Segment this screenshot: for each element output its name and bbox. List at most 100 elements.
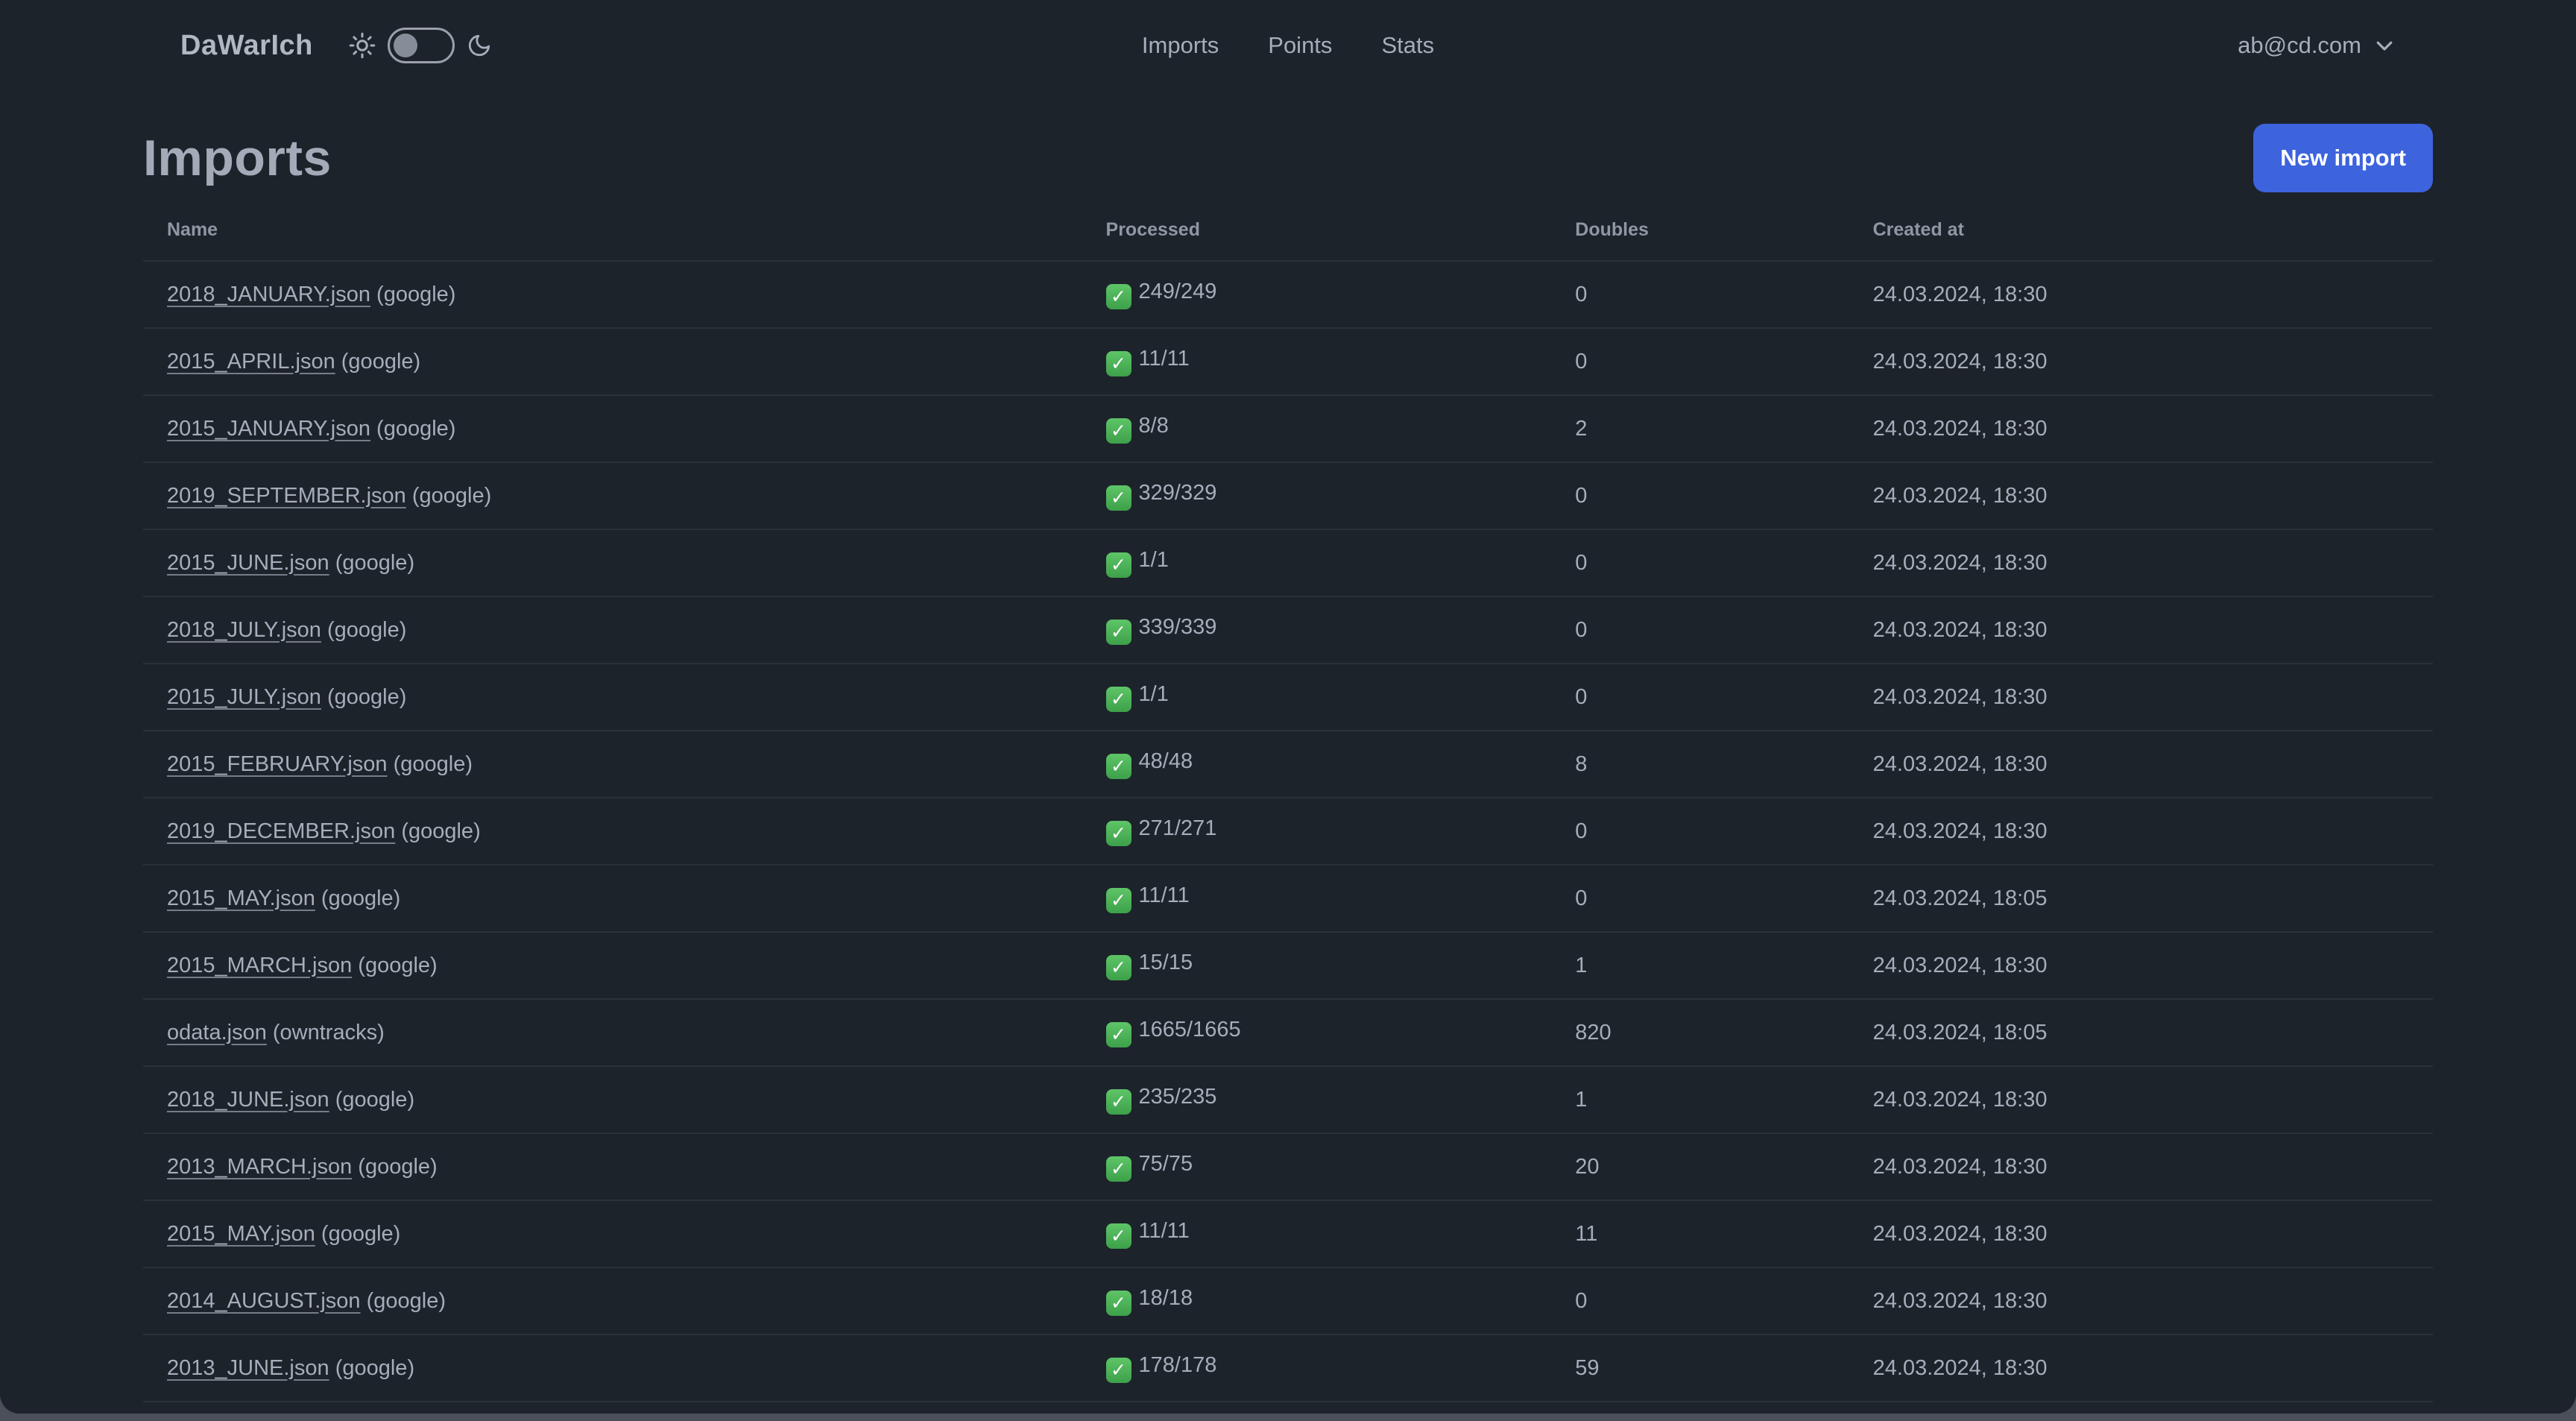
import-file-link[interactable]: 2013_JUNE.json — [167, 1356, 329, 1380]
cell-created-at: 24.03.2024, 18:30 — [1872, 1221, 2048, 1246]
cell-created-at: 24.03.2024, 18:30 — [1872, 684, 2048, 709]
user-menu[interactable]: ab@cd.com — [2238, 32, 2396, 59]
cell-created-at: 24.03.2024, 18:30 — [1872, 349, 2048, 374]
cell-name: 2015_MAY.json (google) — [143, 1200, 1082, 1267]
theme-toggle[interactable] — [387, 28, 455, 63]
app-logo[interactable]: DaWarIch — [180, 30, 313, 62]
import-source: (google) — [329, 1355, 415, 1380]
import-source: (google) — [352, 953, 438, 977]
cell-processed: ✓ 271/271 — [1082, 798, 1552, 865]
theme-toggle-knob — [393, 34, 417, 57]
import-file-link[interactable]: odata.json — [167, 1021, 267, 1045]
cell-created-at: 24.03.2024, 18:30 — [1872, 819, 2048, 843]
import-file-link[interactable]: 2015_MARCH.json — [167, 954, 352, 977]
import-file-link[interactable]: 2015_APRIL.json — [167, 350, 335, 374]
import-file-link[interactable]: 2014_AUGUST.json — [167, 1289, 361, 1313]
import-source: (google) — [321, 684, 407, 709]
user-email: ab@cd.com — [2238, 32, 2361, 58]
cell-name: 2015_MAY.json (google) — [143, 865, 1082, 932]
cell-created-at: 24.03.2024, 18:30 — [1872, 1355, 2048, 1380]
import-source: (google) — [315, 886, 401, 910]
main-content: Imports New import Name Processed Doubles C… — [0, 124, 2576, 1414]
import-file-link[interactable]: 2013_MARCH.json — [167, 1155, 352, 1179]
table-row: 2015_JANUARY.json (google) ✓ 8/8 2 24.03.202… — [143, 395, 2433, 462]
table-row: 2015_MAY.json (google) ✓ 11/11 11 24.03.2024… — [143, 1200, 2433, 1267]
cell-processed: ✓ 11/11 — [1082, 328, 1552, 395]
import-file-link[interactable]: 2019_SEPTEMBER.json — [167, 484, 406, 508]
import-file-link[interactable]: 2018_JANUARY.json — [167, 283, 370, 306]
cell-processed: ✓ 339/339 — [1082, 596, 1552, 664]
table-row: 2013_JUNE.json (google) ✓ 178/178 59 24.03.2… — [143, 1335, 2433, 1402]
table-row: 2018_JULY.json (google) ✓ 339/339 0 24.03.20… — [143, 596, 2433, 664]
processed-count: 48/48 — [1138, 749, 1193, 773]
imports-table: Name Processed Doubles Created at 2018_JANU… — [143, 207, 2433, 1414]
cell-processed: ✓ 235/235 — [1082, 1066, 1552, 1133]
cell-created-at: 24.03.2024, 18:30 — [1872, 953, 2048, 977]
cell-doubles: 1 — [1575, 1087, 1588, 1112]
nav-link-imports[interactable]: Imports — [1142, 32, 1219, 58]
import-file-link[interactable]: 2019_DECEMBER.json — [167, 819, 395, 843]
cell-name: 2015_APRIL.json (google) — [143, 328, 1082, 395]
cell-processed: ✓ 329/329 — [1082, 462, 1552, 529]
processed-count: 329/329 — [1138, 481, 1217, 505]
table-row: 2019_DECEMBER.json (google) ✓ 271/271 0 24.0… — [143, 798, 2433, 865]
cell-name: 2019_SEPTEMBER.json (google) — [143, 462, 1082, 529]
processed-count: 178/178 — [1138, 1353, 1217, 1377]
page-title: Imports — [143, 130, 332, 186]
import-file-link[interactable]: 2018_JUNE.json — [167, 1088, 329, 1112]
cell-name: 2014_AUGUST.json (google) — [143, 1267, 1082, 1335]
column-header-name: Name — [167, 219, 218, 240]
cell-doubles: 20 — [1575, 1154, 1600, 1179]
import-source: (google) — [370, 282, 456, 306]
import-file-link[interactable]: 2015_MAY.json — [167, 1222, 315, 1246]
cell-name: 2015_FEBRUARY.json (google) — [143, 731, 1082, 798]
cell-created-at: 24.03.2024, 18:30 — [1872, 617, 2048, 642]
cell-name: 2015_JULY.json (google) — [143, 664, 1082, 731]
nav-link-points[interactable]: Points — [1268, 32, 1332, 58]
check-icon: ✓ — [1105, 485, 1131, 511]
cell-doubles: 0 — [1575, 483, 1588, 508]
cell-processed: ✓ 8/8 — [1082, 395, 1552, 462]
import-file-link[interactable]: 2015_MAY.json — [167, 886, 315, 910]
cell-name: odata.json (owntracks) — [143, 999, 1082, 1066]
import-file-link[interactable]: 2015_JULY.json — [167, 685, 321, 709]
cell-created-at: 24.03.2024, 18:30 — [1872, 282, 2048, 306]
cell-name: 2015_JANUARY.json (google) — [143, 395, 1082, 462]
import-source: (google) — [395, 819, 481, 843]
check-icon: ✓ — [1105, 1022, 1131, 1047]
cell-processed: ✓ 48/48 — [1082, 731, 1552, 798]
check-icon: ✓ — [1105, 821, 1131, 846]
table-row: 2015_FEBRUARY.json (google) ✓ 48/48 8 24.03.… — [143, 731, 2433, 798]
cell-processed: ✓ 249/249 — [1082, 261, 1552, 328]
table-row: 2018_JUNE.json (google) ✓ 235/235 1 24.03.20… — [143, 1066, 2433, 1133]
theme-toggle-group — [349, 28, 492, 63]
processed-count: 75/75 — [1138, 1152, 1193, 1176]
cell-doubles: 0 — [1575, 550, 1588, 575]
import-source: (google) — [405, 483, 492, 508]
processed-count: 11/11 — [1138, 347, 1190, 371]
processed-count: 11/11 — [1138, 883, 1190, 907]
cell-created-at: 24.03.2024, 18:30 — [1872, 550, 2048, 575]
import-file-link[interactable]: 2015_FEBRUARY.json — [167, 752, 388, 776]
check-icon: ✓ — [1105, 888, 1131, 913]
cell-processed: ✓ — [1082, 1402, 1552, 1414]
cell-processed: ✓ 1/1 — [1082, 529, 1552, 596]
table-row: 2015_APRIL.json (google) ✓ 11/11 0 24.03.202… — [143, 328, 2433, 395]
cell-processed: ✓ 178/178 — [1082, 1335, 1552, 1402]
cell-doubles: 820 — [1575, 1020, 1611, 1045]
cell-created-at: 24.03.2024, 18:30 — [1872, 483, 2048, 508]
cell-name: 2019_DECEMBER.json (google) — [143, 798, 1082, 865]
cell-name: 2015_JUNE.json (google) — [143, 529, 1082, 596]
processed-count: 271/271 — [1138, 816, 1217, 840]
new-import-button[interactable]: New import — [2253, 124, 2433, 192]
import-source: (google) — [360, 1288, 446, 1313]
cell-created-at: 24.03.2024, 18:05 — [1872, 886, 2048, 910]
nav-link-stats[interactable]: Stats — [1381, 32, 1434, 58]
processed-count: 1/1 — [1138, 682, 1169, 706]
cell-doubles: 0 — [1575, 349, 1588, 374]
import-file-link[interactable]: 2015_JUNE.json — [167, 551, 329, 575]
import-file-link[interactable]: 2015_JANUARY.json — [167, 417, 370, 441]
import-source: (google) — [370, 416, 456, 441]
import-file-link[interactable]: 2018_JULY.json — [167, 618, 321, 642]
cell-created-at: 24.03.2024, 18:30 — [1872, 752, 2048, 776]
